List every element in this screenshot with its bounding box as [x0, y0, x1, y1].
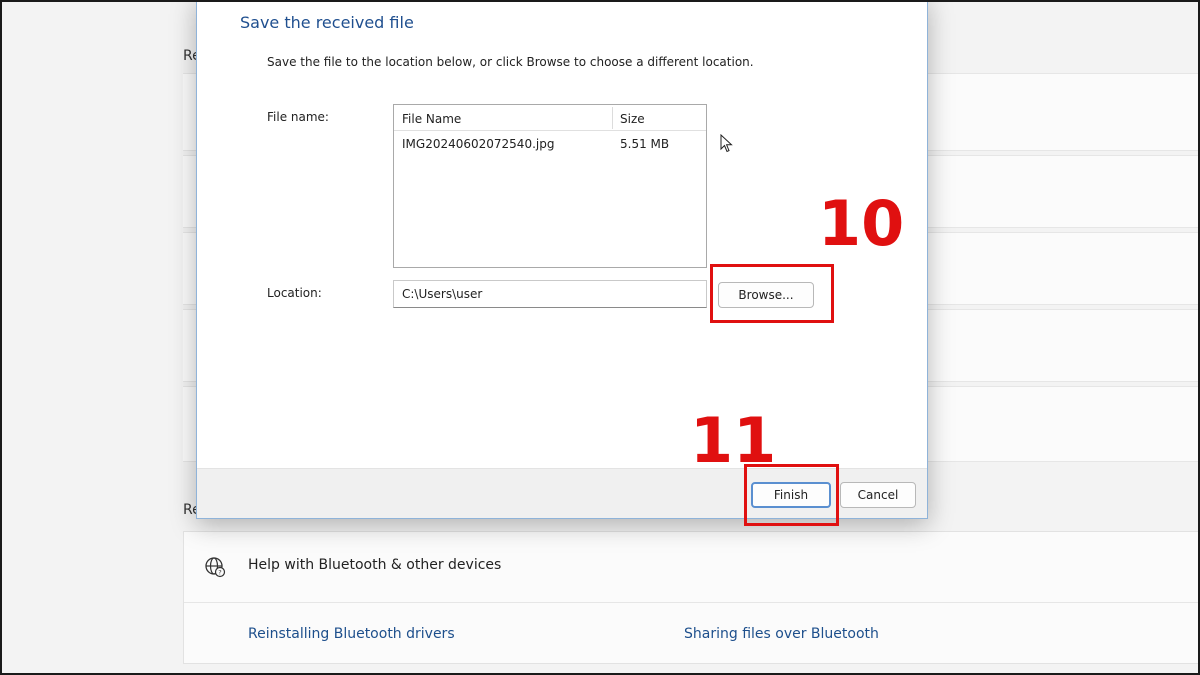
dialog-title: Save the received file: [240, 13, 414, 32]
file-name-label: File name:: [267, 110, 329, 124]
file-row[interactable]: IMG20240602072540.jpg 5.51 MB: [394, 135, 706, 155]
link-reinstalling-bluetooth-drivers[interactable]: Reinstalling Bluetooth drivers: [248, 626, 455, 642]
annotation-step-10: 10: [818, 187, 905, 260]
link-sharing-files-over-bluetooth[interactable]: Sharing files over Bluetooth: [684, 626, 879, 642]
file-list-header: File Name Size: [394, 105, 706, 131]
file-name-cell: IMG20240602072540.jpg: [402, 137, 555, 151]
finish-button[interactable]: Finish: [751, 482, 831, 508]
help-card: ? Help with Bluetooth & other devices Re…: [183, 531, 1200, 664]
file-size-cell: 5.51 MB: [620, 137, 670, 151]
help-card-title: Help with Bluetooth & other devices: [248, 557, 502, 573]
cancel-button[interactable]: Cancel: [840, 482, 916, 508]
column-header-file-name[interactable]: File Name: [402, 112, 461, 126]
location-label: Location:: [267, 286, 322, 300]
column-separator[interactable]: [612, 107, 613, 129]
annotation-step-11: 11: [690, 404, 777, 477]
svg-text:?: ?: [218, 569, 221, 577]
column-header-size[interactable]: Size: [620, 112, 645, 126]
browse-button[interactable]: Browse...: [718, 282, 814, 308]
location-input[interactable]: C:\Users\user: [393, 280, 707, 308]
globe-help-icon: ?: [204, 556, 226, 578]
mouse-pointer-icon: [720, 133, 734, 154]
dialog-footer: Finish Cancel: [197, 468, 927, 518]
file-list[interactable]: File Name Size IMG20240602072540.jpg 5.5…: [393, 104, 707, 268]
help-card-header[interactable]: ? Help with Bluetooth & other devices: [184, 532, 1199, 603]
dialog-instruction: Save the file to the location below, or …: [267, 55, 754, 69]
